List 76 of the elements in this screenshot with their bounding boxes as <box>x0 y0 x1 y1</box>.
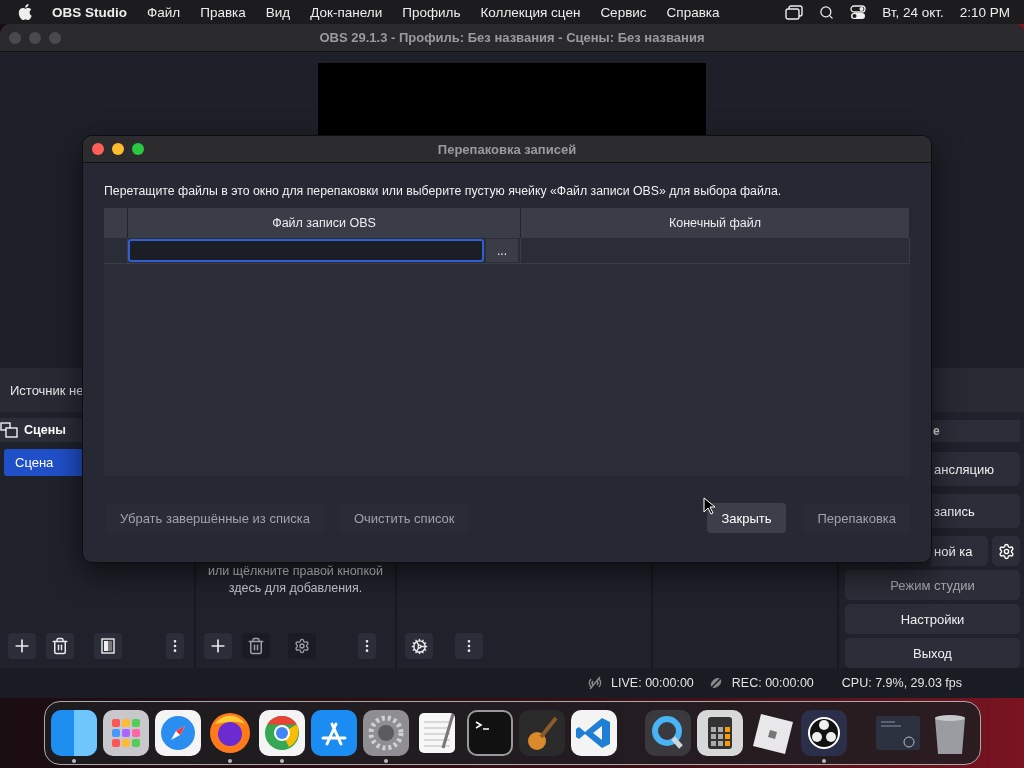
menu-app-name[interactable]: OBS Studio <box>42 4 137 20</box>
guitar-icon[interactable] <box>518 710 565 756</box>
add-button[interactable] <box>8 633 36 659</box>
trash-icon <box>247 637 265 655</box>
running-dot <box>227 759 232 763</box>
settings-icon <box>294 638 310 654</box>
window-control[interactable] <box>112 143 124 155</box>
menu-date[interactable]: Вт, 24 окт. <box>882 4 944 20</box>
menu-item[interactable]: Справка <box>656 4 730 20</box>
menu-time[interactable]: 2:10 PM <box>959 4 1010 20</box>
running-dot <box>279 759 284 763</box>
menu-item[interactable]: Док-панели <box>300 4 393 20</box>
record-off-icon <box>707 675 724 691</box>
control-button[interactable]: ансляцию <box>931 452 1020 486</box>
column-header[interactable]: Конечный файл <box>521 208 910 238</box>
filters-button[interactable] <box>94 633 122 659</box>
control-button[interactable]: Настройки <box>845 604 1020 634</box>
windows-icon[interactable] <box>785 4 804 20</box>
running-dot <box>71 759 76 763</box>
empty-hint-text: здесь для добавления. <box>228 581 363 595</box>
running-dot <box>821 759 826 763</box>
live-time-text: LIVE: 00:00:00 <box>611 676 694 690</box>
dock-title: Сцены <box>24 423 66 437</box>
dock-title: е <box>931 420 1020 442</box>
terminal-icon[interactable] <box>466 710 513 756</box>
strokes-icon[interactable] <box>310 710 357 756</box>
window-title: OBS 29.1.3 - Профиль: Без названия - Сцены: Без названия <box>318 30 706 45</box>
search-icon[interactable] <box>819 4 835 20</box>
gradient-square-icon <box>101 638 115 654</box>
rec-time-text: REC: 00:00:00 <box>731 676 814 690</box>
delete-button[interactable] <box>46 633 74 659</box>
ribbon-icon[interactable] <box>570 710 617 756</box>
apple-icon[interactable] <box>18 4 32 20</box>
toggles-icon[interactable] <box>850 4 867 20</box>
browse-button[interactable]: ... <box>486 239 518 262</box>
mouse-pointer-icon <box>703 497 715 515</box>
compass-icon[interactable] <box>154 710 201 756</box>
dialog-button[interactable]: Закрыть <box>707 503 786 533</box>
dialog-title: Перепаковка записей <box>436 141 578 157</box>
menu-item[interactable]: Файл <box>137 4 191 20</box>
more-button[interactable] <box>455 633 483 659</box>
gear-icon[interactable] <box>362 710 409 756</box>
running-dot <box>383 759 388 763</box>
menu-item[interactable]: Коллекция сцен <box>470 4 591 20</box>
trash-icon <box>51 637 69 655</box>
app-grid-icon[interactable] <box>102 710 149 756</box>
cpu-text: CPU: 7.9%, 29.03 fps <box>841 676 962 690</box>
two-tone-square-icon[interactable] <box>50 710 97 756</box>
more-button[interactable] <box>358 633 376 659</box>
input-field[interactable] <box>128 239 484 262</box>
settings-icon <box>410 637 428 655</box>
circle-emblem-icon[interactable] <box>800 710 847 756</box>
settings-button[interactable] <box>992 536 1020 566</box>
column-header[interactable]: Файл записи OBS <box>128 208 521 238</box>
broadcast-icon <box>587 675 604 691</box>
color-wheel-icon[interactable] <box>258 710 305 756</box>
control-button[interactable]: запись <box>931 494 1020 528</box>
window-control[interactable] <box>132 143 144 155</box>
menu-item[interactable]: Вид <box>255 4 301 20</box>
control-button[interactable]: ной ка <box>931 536 988 566</box>
window-control[interactable] <box>92 143 104 155</box>
delete-button[interactable] <box>242 633 270 659</box>
settings-button[interactable] <box>288 633 316 659</box>
menu-item[interactable]: Сервис <box>590 4 657 20</box>
settings-icon <box>997 542 1015 560</box>
calculator-icon[interactable] <box>696 710 743 756</box>
settings-button[interactable] <box>405 633 433 659</box>
more-button[interactable] <box>166 633 184 659</box>
control-button[interactable]: Выход <box>845 638 1020 668</box>
ring-icon[interactable] <box>644 710 691 756</box>
instruction-text: Перетащите файлы в это окно для перепаковки или выберите пустую ячейку «Файл записи OBS» для выбора файла. <box>104 184 783 198</box>
menu-item[interactable]: Профиль <box>392 4 471 20</box>
menu-item[interactable]: Правка <box>190 4 256 20</box>
scene-item[interactable]: Сцена <box>4 449 82 476</box>
add-button[interactable] <box>204 633 232 659</box>
empty-hint-text: или щёлкните правой кнопкой <box>208 564 383 578</box>
